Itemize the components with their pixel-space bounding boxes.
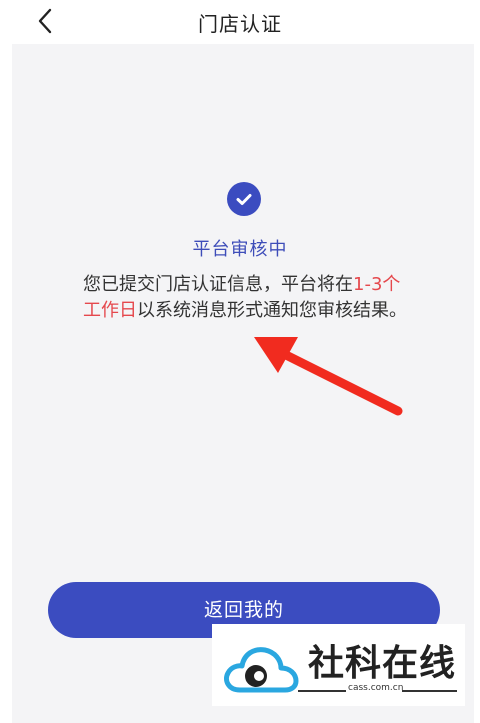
status-title: 平台审核中 (192, 239, 288, 260)
watermark-divider-right (402, 690, 457, 692)
page-title: 门店认证 (198, 12, 282, 36)
watermark-divider-left (298, 690, 346, 692)
watermark-name: 社科在线 (307, 642, 456, 684)
cloud-logo-icon (224, 647, 299, 693)
red-arrow-annotation (254, 337, 403, 416)
check-circle-icon (227, 182, 261, 216)
watermark-logo: 社科在线 cass.com.cn (212, 624, 465, 706)
top-bar: 门店认证 (0, 0, 480, 44)
watermark-domain: cass.com.cn (348, 683, 404, 693)
desc-text-1: 您已提交门店认证信息，平台将在 (83, 274, 353, 295)
